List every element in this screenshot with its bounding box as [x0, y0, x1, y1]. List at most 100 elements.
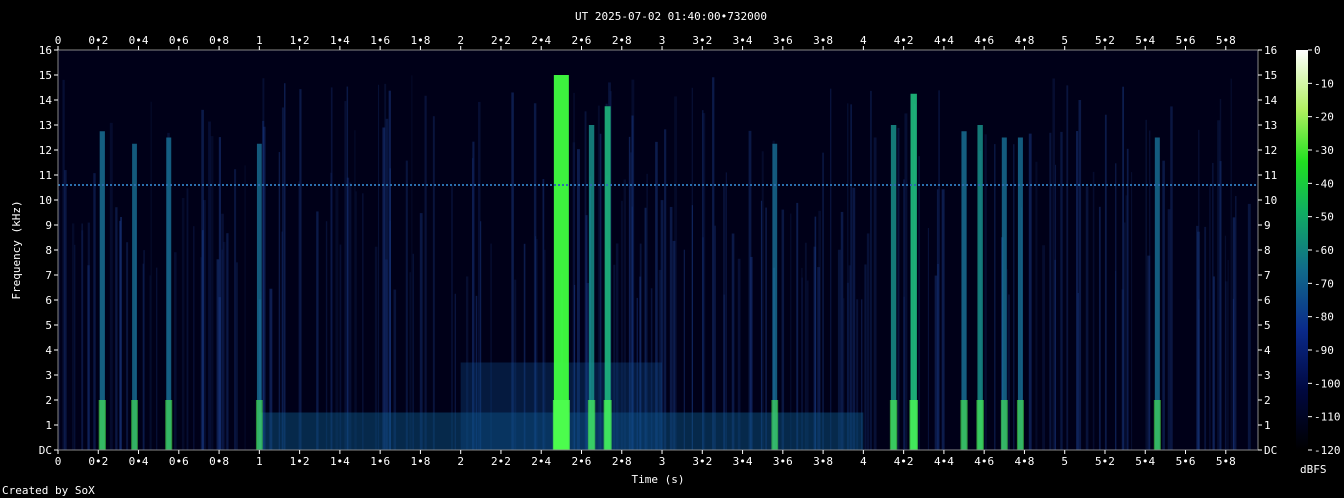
noise-streak — [126, 242, 129, 450]
y-tick-label: 13 — [39, 119, 52, 132]
noise-streak — [405, 160, 408, 450]
noise-streak — [354, 130, 356, 450]
noise-streak — [903, 179, 905, 450]
event-low-energy — [1000, 400, 1008, 450]
noise-streak — [1042, 245, 1046, 450]
noise-streak — [208, 121, 211, 451]
noise-streak — [244, 165, 246, 451]
noise-streak — [994, 144, 996, 450]
noise-streak — [918, 156, 920, 450]
y-tick-label-right: 6 — [1264, 294, 1271, 307]
noise-streak — [1209, 184, 1211, 450]
noise-streak — [335, 185, 339, 450]
event-low-energy — [889, 400, 898, 450]
x-tick-label-top: 0•6 — [169, 34, 189, 47]
y-tick-label: 8 — [45, 244, 52, 257]
noise-streak — [847, 103, 849, 451]
noise-streak — [93, 173, 96, 450]
y-tick-label-right: 9 — [1264, 219, 1271, 232]
y-tick-label-right: 8 — [1264, 244, 1271, 257]
noise-streak — [411, 75, 413, 451]
noise-streak — [830, 88, 832, 451]
noise-streak — [362, 193, 364, 450]
noise-streak — [210, 136, 214, 450]
noise-streak — [278, 152, 281, 450]
event-low-energy — [552, 400, 570, 450]
x-tick-label-top: 3•8 — [813, 34, 833, 47]
noise-streak — [1247, 203, 1251, 450]
noise-streak — [1196, 225, 1199, 450]
colorbar-tick-label: -40 — [1314, 177, 1334, 190]
event-low-energy — [771, 400, 779, 450]
x-tick-label: 0 — [55, 455, 62, 468]
noise-streak — [1013, 144, 1015, 450]
y-tick-label-right: 3 — [1264, 369, 1271, 382]
colorbar-tick-label: -100 — [1314, 377, 1341, 390]
event-low-energy — [909, 400, 918, 450]
noise-streak — [236, 262, 238, 450]
noise-streak — [1162, 160, 1165, 450]
x-tick-label-top: 1•4 — [330, 34, 350, 47]
noise-streak — [1104, 114, 1107, 450]
event-low-energy — [1153, 400, 1161, 450]
noise-streak — [87, 222, 90, 450]
noise-streak — [712, 77, 715, 450]
x-tick-label-top: 2 — [457, 34, 464, 47]
y-tick-label: 4 — [45, 344, 52, 357]
noise-streak — [937, 263, 939, 450]
x-tick-label-top: 2•8 — [612, 34, 632, 47]
x-tick-label: 2•2 — [491, 455, 511, 468]
noise-streak — [299, 89, 302, 451]
event-streak — [604, 106, 611, 450]
noise-streak — [1115, 270, 1117, 450]
noise-streak — [1145, 119, 1147, 450]
noise-streak — [143, 250, 145, 450]
y-tick-label-right: 2 — [1264, 394, 1271, 407]
y-tick-label-right: 5 — [1264, 319, 1271, 332]
y-tick-label: 14 — [39, 94, 53, 107]
noise-streak — [852, 187, 856, 450]
noise-streak — [897, 127, 900, 451]
x-tick-label: 5•4 — [1135, 455, 1155, 468]
colorbar-tick-label: -60 — [1314, 244, 1334, 257]
x-tick-label: 4•6 — [974, 455, 994, 468]
colorbar-tick-label: -20 — [1314, 111, 1334, 124]
x-tick-label-top: 1•6 — [370, 34, 390, 47]
x-tick-label: 4•8 — [1015, 455, 1035, 468]
x-tick-label-top: 3 — [659, 34, 666, 47]
noise-streak — [1219, 161, 1222, 450]
event-low-energy — [98, 400, 106, 450]
colorbar-tick-label: -30 — [1314, 144, 1334, 157]
noise-streak — [1123, 222, 1126, 450]
noise-streak — [156, 267, 158, 450]
noise-streak — [1077, 292, 1079, 450]
noise-streak — [984, 134, 987, 450]
y-tick-label: DC — [39, 444, 52, 457]
noise-streak — [71, 223, 75, 450]
event-low-energy — [960, 400, 968, 450]
y-tick-label-right: 14 — [1264, 94, 1278, 107]
noise-streak — [186, 188, 189, 450]
noise-streak — [1235, 196, 1237, 450]
noise-streak — [432, 116, 435, 450]
x-tick-label-top: 5 — [1061, 34, 1068, 47]
noise-streak — [864, 264, 867, 450]
noise-streak — [761, 151, 764, 450]
colorbar — [1296, 50, 1308, 450]
noise-streak — [664, 129, 667, 450]
noise-streak — [1078, 99, 1082, 451]
noise-streak — [1204, 226, 1207, 450]
noise-streak — [349, 182, 352, 450]
noise-streak — [424, 95, 427, 451]
noise-streak — [1085, 186, 1089, 451]
noise-streak — [927, 228, 929, 450]
noise-streak — [725, 172, 727, 450]
x-tick-label: 4 — [860, 455, 867, 468]
x-tick-label-top: 4 — [860, 34, 867, 47]
x-tick-label-top: 1 — [256, 34, 263, 47]
x-tick-label-top: 0•8 — [209, 34, 229, 47]
noise-streak — [941, 189, 945, 450]
y-tick-label-right: 10 — [1264, 194, 1277, 207]
noise-streak — [1035, 161, 1038, 450]
noise-streak — [1007, 294, 1010, 450]
